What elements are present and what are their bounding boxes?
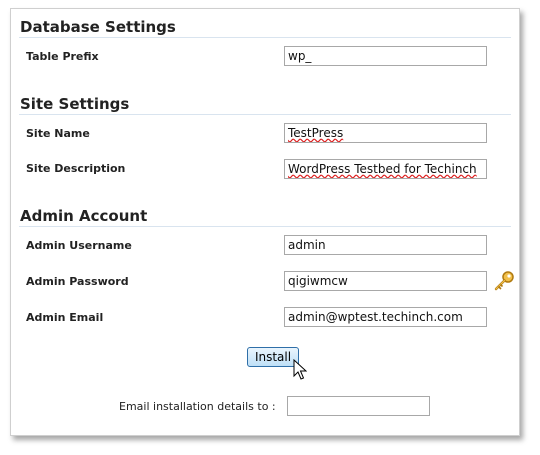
- admin-username-input[interactable]: admin: [284, 235, 487, 255]
- table-prefix-input[interactable]: wp_: [284, 46, 487, 66]
- mouse-cursor-icon: [293, 359, 307, 380]
- install-form-panel: Database Settings Table Prefix wp_ Site …: [10, 8, 520, 436]
- admin-password-label: Admin Password: [26, 275, 129, 288]
- admin-username-label: Admin Username: [26, 239, 132, 252]
- site-description-input[interactable]: WordPress Testbed for Techinch: [284, 159, 487, 179]
- site-description-value: WordPress Testbed for Techinch: [288, 162, 477, 176]
- site-name-label: Site Name: [26, 127, 90, 140]
- admin-email-input[interactable]: admin@wptest.techinch.com: [284, 307, 487, 327]
- site-name-input[interactable]: TestPress: [284, 123, 487, 143]
- key-icon[interactable]: [493, 270, 515, 292]
- admin-password-input[interactable]: qigiwmcw: [284, 271, 487, 291]
- database-settings-heading: Database Settings: [20, 18, 176, 36]
- database-settings-divider: [19, 37, 511, 38]
- table-prefix-label: Table Prefix: [26, 50, 99, 63]
- site-description-label: Site Description: [26, 162, 126, 175]
- admin-email-label: Admin Email: [26, 311, 104, 324]
- install-button[interactable]: Install: [247, 347, 299, 367]
- admin-account-heading: Admin Account: [20, 207, 148, 225]
- email-details-label: Email installation details to :: [119, 400, 276, 413]
- admin-account-divider: [19, 226, 511, 227]
- site-settings-divider: [19, 114, 511, 115]
- site-settings-heading: Site Settings: [20, 95, 130, 113]
- email-details-input[interactable]: [287, 396, 430, 416]
- site-name-value: TestPress: [288, 126, 344, 140]
